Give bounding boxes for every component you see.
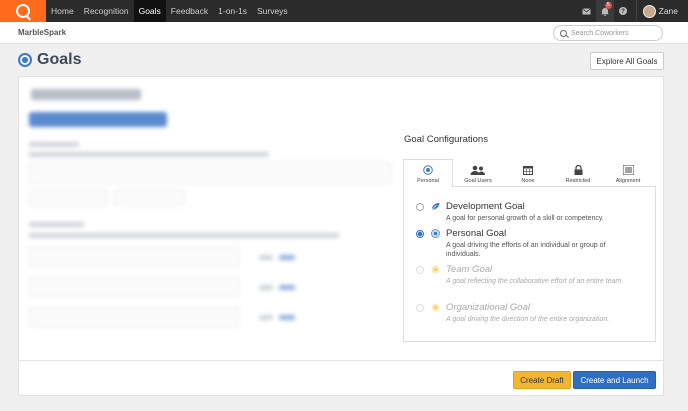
tab-alignment[interactable]: Alignment — [603, 159, 653, 187]
nav-item-1on1s[interactable]: 1-on-1s — [213, 0, 252, 22]
help-button[interactable]: ? — [614, 0, 632, 22]
company-name: MarbleSpark — [18, 28, 67, 37]
blurred-label — [29, 222, 84, 227]
page-header: Goals — [18, 51, 81, 69]
blurred-input — [29, 247, 239, 267]
blurred-heading — [31, 89, 141, 100]
nav-separator — [635, 0, 637, 22]
calendar-icon — [523, 165, 533, 175]
nav-item-feedback[interactable]: Feedback — [166, 0, 213, 22]
notifications-button[interactable]: 5 — [595, 0, 614, 22]
option-description: A goal driving the direction of the enti… — [446, 316, 610, 323]
config-tabs: Personal Goal Users None Restricted Alig… — [403, 159, 656, 188]
option-personal-goal[interactable]: Personal Goal A goal driving the efforts… — [416, 228, 636, 259]
nav-item-recognition[interactable]: Recognition — [79, 0, 134, 22]
target-icon — [423, 164, 433, 175]
sub-header: MarbleSpark Search Coworkers — [0, 22, 688, 44]
explore-all-goals-button[interactable]: Explore All Goals — [590, 52, 664, 70]
blurred-text — [259, 285, 273, 290]
create-and-launch-button[interactable]: Create and Launch — [573, 371, 656, 389]
option-organizational-goal: Organizational Goal A goal driving the d… — [416, 302, 636, 324]
goal-configurations-heading: Goal Configurations — [404, 134, 488, 145]
option-name: Personal Goal — [446, 228, 507, 239]
blurred-link — [279, 255, 295, 260]
blurred-text — [259, 315, 273, 320]
goal-type-options: Development Goal A goal for personal gro… — [403, 187, 656, 342]
blurred-input — [29, 307, 239, 327]
blurred-text — [29, 152, 269, 157]
blurred-text — [259, 255, 273, 260]
mail-button[interactable] — [578, 0, 596, 22]
page-title: Goals — [37, 51, 82, 68]
blurred-text — [29, 233, 339, 238]
user-name: Zane — [658, 6, 678, 16]
mail-icon — [582, 7, 591, 14]
option-name: Organizational Goal — [446, 302, 530, 313]
blurred-button — [114, 190, 184, 206]
tab-label: Restricted — [565, 178, 591, 184]
radio-personal-goal[interactable] — [416, 230, 424, 238]
blurred-link — [279, 285, 295, 290]
avatar — [642, 4, 656, 18]
blurred-input — [29, 277, 239, 297]
target-icon — [431, 229, 440, 238]
tab-label: Goal Users — [464, 178, 492, 184]
user-menu[interactable]: Zane — [641, 4, 688, 18]
nav-item-goals[interactable]: Goals — [133, 0, 166, 22]
blurred-toggle — [29, 112, 167, 127]
notification-badge: 5 — [604, 2, 612, 9]
tab-goal-users[interactable]: Goal Users — [453, 159, 503, 187]
help-icon: ? — [618, 7, 627, 15]
svg-text:?: ? — [621, 9, 625, 15]
footer-divider — [19, 360, 663, 361]
tab-label: Personal — [417, 178, 439, 184]
goals-target-icon — [18, 53, 32, 67]
app-logo[interactable] — [0, 0, 46, 22]
lock-icon — [574, 164, 582, 175]
search-placeholder: Search Coworkers — [571, 29, 629, 37]
list-icon — [622, 164, 634, 175]
create-goal-card: Goal Configurations Personal Goal Users … — [18, 76, 664, 396]
option-name: Development Goal — [446, 201, 525, 212]
blurred-link — [279, 315, 295, 320]
option-team-goal: Team Goal A goal reflecting the collabor… — [416, 264, 636, 286]
blurred-label — [29, 142, 79, 147]
tab-restricted[interactable]: Restricted — [553, 159, 603, 187]
option-development-goal[interactable]: Development Goal A goal for personal gro… — [416, 201, 636, 223]
blurred-goal-form — [29, 87, 399, 327]
nav-item-home[interactable]: Home — [46, 0, 79, 22]
radio-organizational-goal — [416, 304, 424, 312]
search-coworkers-input[interactable]: Search Coworkers — [553, 25, 663, 41]
target-icon — [431, 303, 440, 312]
radio-development-goal[interactable] — [416, 203, 424, 211]
tab-label: Alignment — [615, 178, 641, 184]
leaf-icon — [431, 202, 440, 210]
option-description: A goal driving the efforts of an individ… — [446, 242, 606, 258]
option-description: A goal for personal growth of a skill or… — [446, 215, 604, 222]
search-icon — [560, 29, 567, 37]
blurred-input — [29, 162, 391, 184]
option-name: Team Goal — [446, 264, 493, 275]
nav-item-surveys[interactable]: Surveys — [252, 0, 293, 22]
top-nav: Home Recognition Goals Feedback 1-on-1s … — [0, 0, 688, 22]
target-icon — [431, 265, 440, 274]
radio-team-goal — [416, 266, 424, 274]
logo-icon — [16, 4, 30, 18]
tab-label: None — [521, 178, 535, 184]
blurred-button — [29, 190, 107, 206]
create-draft-button[interactable]: Create Draft — [513, 371, 571, 389]
option-description: A goal reflecting the collaborative effo… — [446, 278, 624, 285]
tab-personal[interactable]: Personal — [403, 159, 453, 188]
users-icon — [470, 165, 485, 175]
tab-none[interactable]: None — [503, 159, 553, 187]
nav-right: 5 ? Zane — [578, 0, 688, 22]
